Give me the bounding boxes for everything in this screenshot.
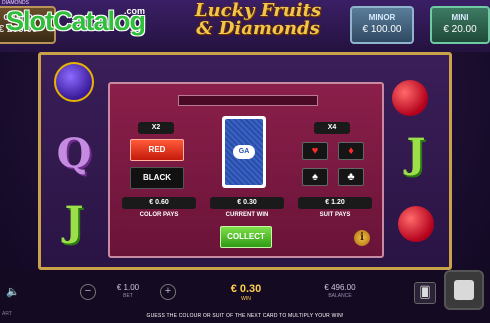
black-button[interactable]: BLACK — [130, 167, 184, 189]
card-emblem-icon: GA — [233, 145, 255, 159]
cherry-symbol-icon — [398, 206, 434, 242]
stop-icon — [454, 280, 474, 300]
game-title-line2: & Diamonds — [196, 18, 320, 39]
clubs-button[interactable]: ♣ — [338, 168, 364, 186]
cards-icon[interactable]: 🂠 — [414, 282, 436, 304]
balance-value: € 496.00 — [324, 283, 356, 292]
bet-decrease-button[interactable]: − — [80, 284, 96, 300]
balance-display: € 496.00 BALANCE — [312, 283, 368, 299]
red-button[interactable]: RED — [130, 139, 184, 161]
instruction-message: GUESS THE COLOUR OR SUIT OF THE NEXT CAR… — [146, 313, 344, 319]
color-pays-value: € 0.60 — [122, 197, 196, 209]
jackpot-minor-value: € 100.00 — [362, 24, 402, 35]
win-display: € 0.30 WIN — [218, 283, 274, 302]
jackpot-minor: MINOR € 100.00 — [350, 6, 414, 44]
bottom-bar: 🔈 − € 1.00 BET + € 0.30 WIN € 496.00 BAL… — [0, 270, 490, 323]
win-value: € 0.30 — [230, 283, 262, 295]
mystery-card: GA — [222, 116, 266, 188]
jackpot-mini-label: MINI — [451, 13, 469, 22]
game-logo: Lucky Fruits & Diamonds — [158, 2, 358, 38]
cherry-symbol-icon — [392, 80, 428, 116]
spin-button[interactable] — [444, 270, 484, 310]
reel-column-right: J — [386, 56, 446, 268]
card-history-bar — [178, 95, 318, 106]
jackpot-mini-value: € 20.00 — [443, 24, 477, 35]
gamble-dialog: X2 RED BLACK GA X4 ♥ ♦ ♠ ♣ € 0.60 COLOR … — [108, 82, 384, 258]
color-multiplier: X2 — [138, 122, 174, 134]
suit-pays-label: SUIT PAYS — [319, 212, 351, 218]
current-win-value: € 0.30 — [210, 197, 284, 209]
sound-icon[interactable]: 🔈 — [6, 285, 20, 298]
jackpot-minor-label: MINOR — [368, 13, 396, 22]
j-symbol-icon: J — [406, 130, 426, 177]
color-pays-label: COLOR PAYS — [139, 212, 179, 218]
suit-multiplier: X4 — [314, 122, 350, 134]
plum-symbol-icon — [54, 62, 94, 102]
jackpot-mini: MINI € 20.00 — [430, 6, 490, 44]
hearts-button[interactable]: ♥ — [302, 142, 328, 160]
collect-button[interactable]: COLLECT — [220, 226, 272, 248]
current-win-label: CURRENT WIN — [225, 212, 269, 218]
j-symbol-icon: J — [64, 198, 84, 245]
card-back: GA — [225, 119, 263, 185]
info-icon[interactable]: i — [354, 230, 370, 246]
reel-column-left: Q J — [44, 56, 104, 268]
win-label: WIN — [241, 296, 251, 302]
bet-display: € 1.00 BET — [108, 283, 148, 299]
bet-value: € 1.00 — [116, 283, 140, 292]
suit-pays-value: € 1.20 — [298, 197, 372, 209]
balance-label: BALANCE — [328, 293, 352, 299]
bet-increase-button[interactable]: + — [160, 284, 176, 300]
diamonds-button[interactable]: ♦ — [338, 142, 364, 160]
bet-label: BET — [123, 293, 133, 299]
q-symbol-icon: Q — [56, 130, 92, 177]
watermark-tld: .com — [124, 6, 146, 16]
spades-button[interactable]: ♠ — [302, 168, 328, 186]
